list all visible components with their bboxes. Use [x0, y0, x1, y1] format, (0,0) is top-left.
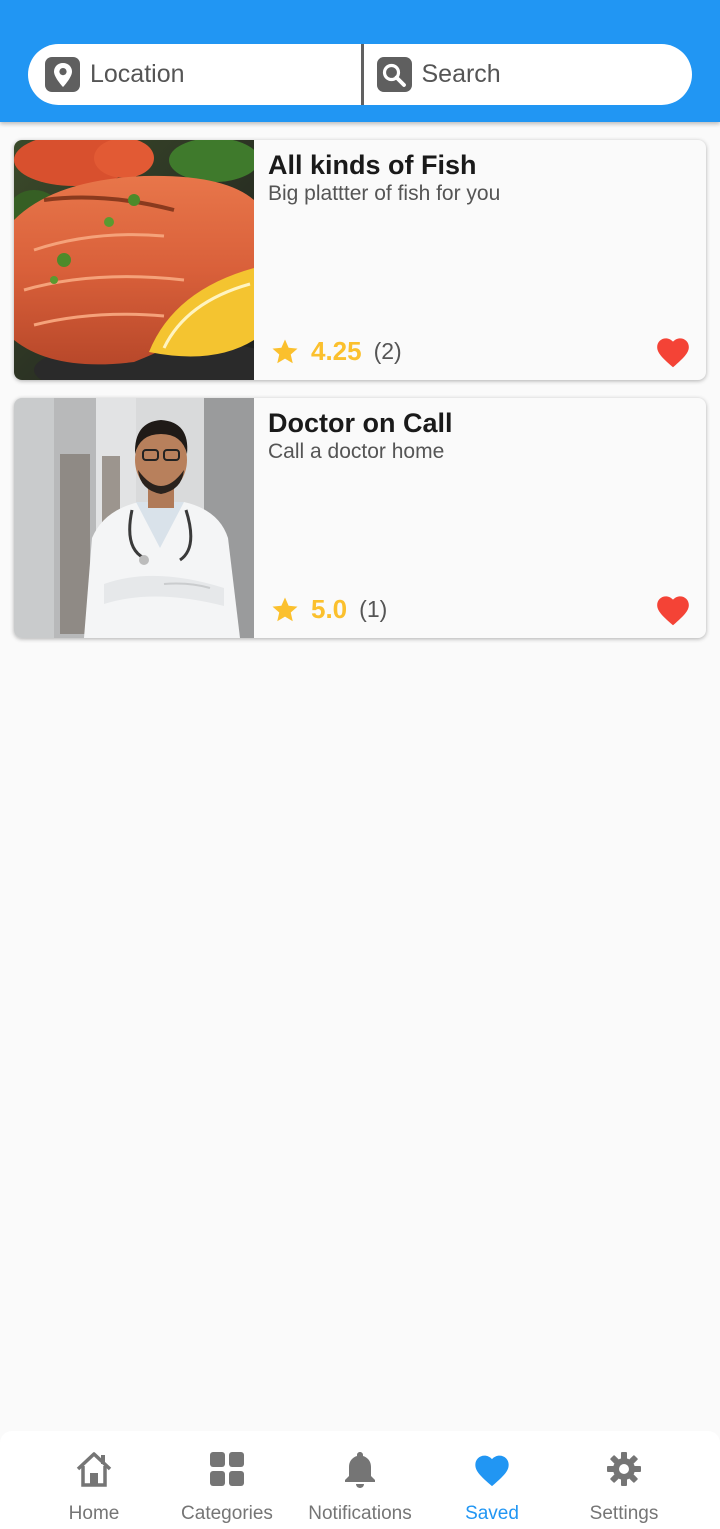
listing-image-doctor	[14, 398, 254, 638]
nav-item-notifications[interactable]: Notifications	[295, 1431, 425, 1529]
nav-label-home: Home	[68, 1503, 120, 1524]
favorite-heart-icon[interactable]	[654, 333, 692, 369]
nav-label-notifications: Notifications	[308, 1503, 412, 1524]
rating: 5.0 (1)	[270, 594, 387, 625]
search-bar: Location Search	[28, 44, 692, 105]
rating-value: 4.25	[311, 336, 362, 366]
listing-card[interactable]: All kinds of Fish Big plattter of fish f…	[14, 140, 706, 380]
bottom-navigation: Home Categories Notifications Saved Sett…	[0, 1431, 720, 1529]
nav-label-categories: Categories	[181, 1503, 273, 1524]
nav-item-home[interactable]: Home	[54, 1431, 134, 1529]
star-icon	[272, 597, 298, 621]
favorite-heart-icon[interactable]	[654, 591, 692, 627]
rating: 4.25 (2)	[270, 336, 402, 367]
map-pin-icon	[45, 57, 80, 92]
search-icon	[376, 57, 412, 92]
star-icon	[272, 339, 298, 363]
location-label: Location	[90, 60, 185, 88]
review-count: (1)	[359, 596, 388, 622]
app-bar: Location Search	[0, 0, 720, 122]
search-button[interactable]: Search	[364, 44, 693, 105]
rating-value: 5.0	[311, 594, 348, 624]
home-icon	[76, 1452, 112, 1487]
nav-item-saved[interactable]: Saved	[452, 1431, 532, 1529]
listing-subtitle: Big plattter of fish for you	[268, 182, 501, 205]
listing-image-fish	[14, 140, 254, 380]
bell-icon	[345, 1452, 375, 1488]
gear-icon	[607, 1452, 641, 1486]
review-count: (2)	[373, 338, 402, 364]
nav-item-categories[interactable]: Categories	[167, 1431, 287, 1529]
search-label: Search	[421, 60, 501, 88]
grid-icon	[210, 1452, 244, 1486]
listing-title: Doctor on Call	[268, 408, 453, 438]
listing-title: All kinds of Fish	[268, 150, 477, 180]
location-button[interactable]: Location	[28, 44, 361, 105]
nav-item-settings[interactable]: Settings	[579, 1431, 669, 1529]
heart-icon	[475, 1455, 509, 1487]
listing-card[interactable]: Doctor on Call Call a doctor home 5.0 (1…	[14, 398, 706, 638]
nav-label-settings: Settings	[589, 1503, 659, 1524]
nav-label-saved: Saved	[465, 1503, 519, 1524]
listing-subtitle: Call a doctor home	[268, 440, 445, 463]
